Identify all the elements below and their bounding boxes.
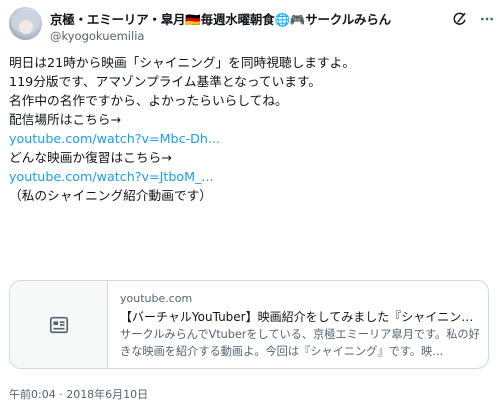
stream-link[interactable]: youtube.com/watch?v=Mbc-Dh... bbox=[9, 131, 220, 146]
card-title: 【バーチャルYouTuber】映画紹介をしてみました『シャイニング… bbox=[120, 310, 480, 324]
tweet-header-actions bbox=[451, 10, 496, 28]
tweet-timestamp[interactable]: 午前0:04 · 2018年6月10日 bbox=[9, 386, 148, 402]
tweet-line: 明日は21時から映画「シャイニング」を同時視聴しますよ。 bbox=[9, 55, 356, 70]
card-thumbnail bbox=[10, 281, 108, 368]
tweet: 京極・エミーリア・皐月🇩🇪毎週水曜朝食🌐🎮サークルみらん @kyogokuemi… bbox=[0, 0, 500, 408]
avatar[interactable] bbox=[9, 7, 42, 40]
tweet-line: 119分版です、アマゾンプライム基準となっています。 bbox=[9, 74, 322, 89]
card-domain: youtube.com bbox=[120, 292, 193, 305]
review-video-link[interactable]: youtube.com/watch?v=JtboM_... bbox=[9, 169, 214, 184]
card-description: サークルみらんでVtuberをしている、京極エミーリア皐月です。私の好きな映画を… bbox=[120, 328, 480, 358]
tweet-text: 明日は21時から映画「シャイニング」を同時視聴しますよ。 119分版です、アマゾ… bbox=[9, 53, 489, 205]
article-icon bbox=[49, 316, 68, 333]
author-display-name[interactable]: 京極・エミーリア・皐月🇩🇪毎週水曜朝食🌐🎮サークルみらん bbox=[50, 9, 391, 28]
more-icon[interactable] bbox=[478, 10, 496, 28]
tweet-line: 名作中の名作ですから、よかったらいらしてね。 bbox=[9, 93, 288, 108]
tweet-line: どんな映画か復習はこちら→ bbox=[9, 150, 172, 165]
tweet-line: 配信場所はこちら→ bbox=[9, 112, 122, 127]
grok-icon[interactable] bbox=[451, 10, 469, 28]
author-handle[interactable]: @kyogokuemilia bbox=[50, 29, 144, 43]
link-preview-card[interactable]: youtube.com 【バーチャルYouTuber】映画紹介をしてみました『シ… bbox=[9, 280, 489, 369]
card-text: youtube.com 【バーチャルYouTuber】映画紹介をしてみました『シ… bbox=[120, 292, 480, 360]
tweet-line: （私のシャイニング紹介動画です） bbox=[9, 188, 212, 203]
